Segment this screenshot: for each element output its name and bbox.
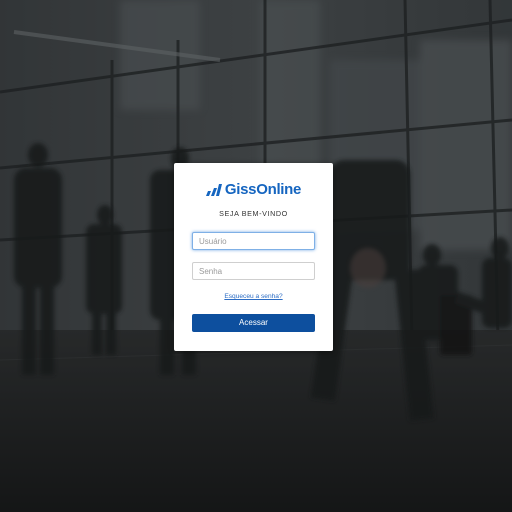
welcome-heading: SEJA BEM-VINDO <box>219 209 288 218</box>
brand-name: GissOnline <box>224 181 302 198</box>
password-input[interactable] <box>192 262 315 280</box>
brand-logo: GissOnline <box>174 180 333 200</box>
login-card: GissOnline SEJA BEM-VINDO Esqueceu a sen… <box>174 163 333 351</box>
forgot-password-link[interactable]: Esqueceu a senha? <box>174 292 333 302</box>
username-input[interactable] <box>192 232 315 250</box>
login-button[interactable]: Acessar <box>192 314 315 332</box>
signal-bars-icon <box>205 184 222 196</box>
